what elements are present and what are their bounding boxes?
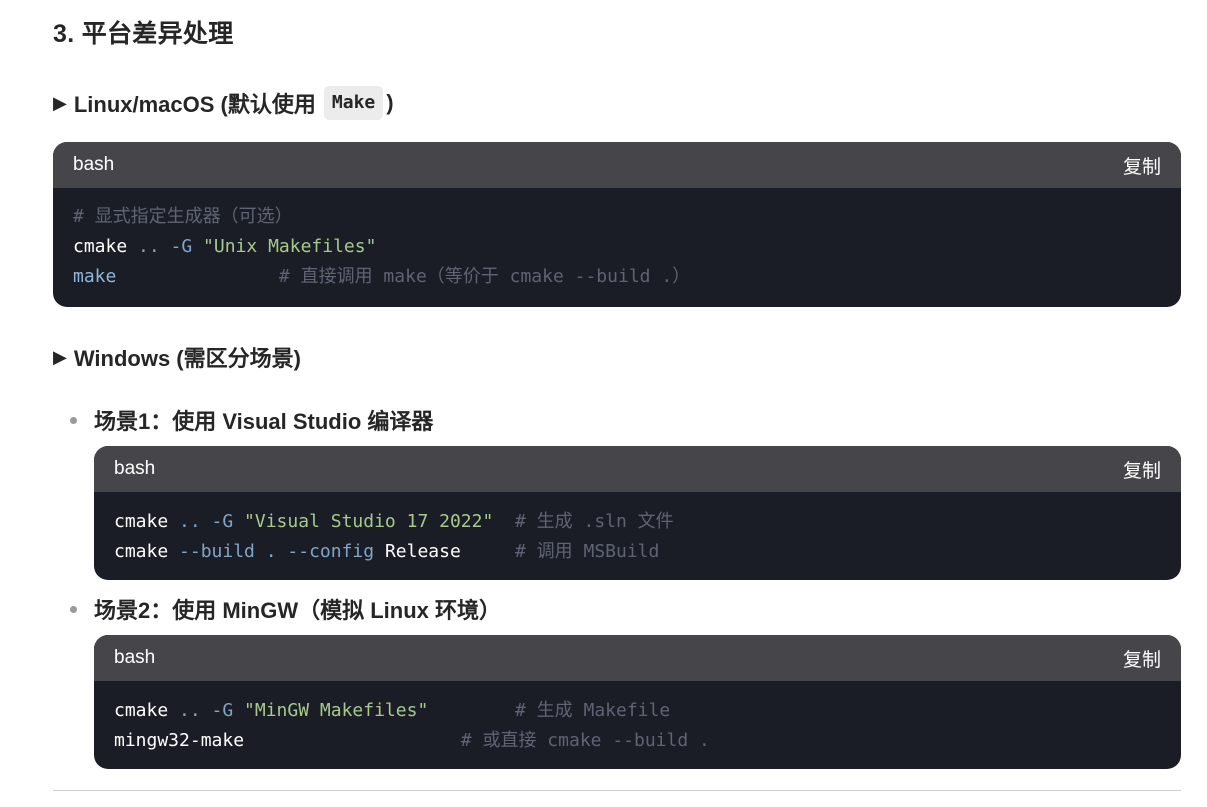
- list-item-scenario1: 场景1：使用 Visual Studio 编译器: [70, 404, 433, 436]
- scenario1-title: 场景1：使用 Visual Studio 编译器: [94, 409, 434, 434]
- code-padding: [116, 266, 279, 287]
- code-comment: # 调用 MSBuild: [514, 541, 660, 562]
- section-title: 3. 平台差异处理: [53, 20, 234, 48]
- code-comment: # 直接调用 make（等价于 cmake --build .）: [278, 266, 691, 287]
- code-header: bash 复制: [94, 635, 1181, 681]
- code-language-label: bash: [114, 647, 156, 668]
- code-body: # 显式指定生成器（可选） cmake .. -G "Unix Makefile…: [53, 188, 1181, 302]
- code-command: cmake: [73, 236, 128, 257]
- bullet-dot: [70, 605, 77, 613]
- code-header: bash 复制: [53, 142, 1181, 188]
- code-option: .. -G: [127, 236, 204, 257]
- code-body: cmake .. -G "Visual Studio 17 2022" # 生成…: [94, 492, 1181, 577]
- code-command: cmake: [114, 541, 169, 562]
- code-command: mingw32-make: [114, 730, 245, 751]
- triangle-right-icon: ▶: [53, 92, 67, 113]
- inline-code-make: Make: [323, 86, 384, 120]
- code-command: cmake: [114, 511, 169, 532]
- code-option: .. -G: [168, 511, 245, 532]
- code-body: cmake .. -G "MinGW Makefiles" # 生成 Makef…: [94, 681, 1181, 766]
- code-comment: # 生成 Makefile: [514, 700, 671, 721]
- code-header: bash 复制: [94, 446, 1181, 492]
- linux-heading-suffix: ): [386, 90, 394, 115]
- code-command: cmake: [114, 700, 169, 721]
- code-language-label: bash: [73, 154, 115, 175]
- bullet-dot: [70, 416, 77, 424]
- code-value: Release: [384, 541, 461, 562]
- code-comment: # 显式指定生成器（可选）: [73, 206, 293, 227]
- code-option: .. -G: [168, 700, 245, 721]
- code-padding: [244, 730, 461, 751]
- linux-heading-text: Linux/macOS (默认使用: [73, 92, 316, 117]
- windows-heading: ▶ Windows (需区分场景): [53, 341, 301, 373]
- code-comment: # 生成 .sln 文件: [514, 511, 674, 532]
- scenario2-title: 场景2：使用 MinGW（模拟 Linux 环境）: [94, 598, 501, 623]
- code-block-mingw: bash 复制 cmake .. -G "MinGW Makefiles" # …: [94, 635, 1181, 769]
- copy-button[interactable]: 复制: [1123, 456, 1161, 483]
- horizontal-divider: [53, 790, 1181, 791]
- triangle-right-icon: ▶: [53, 346, 67, 367]
- code-string: "Visual Studio 17 2022": [244, 511, 494, 532]
- code-padding: [461, 541, 515, 562]
- linux-heading: ▶ Linux/macOS (默认使用 Make ): [53, 86, 394, 120]
- code-string: "MinGW Makefiles": [244, 700, 429, 721]
- windows-heading-text: Windows (需区分场景): [73, 346, 301, 371]
- code-language-label: bash: [114, 458, 156, 479]
- code-string: "Unix Makefiles": [203, 236, 377, 257]
- code-comment: # 或直接 cmake --build .: [460, 730, 710, 751]
- list-item-scenario2: 场景2：使用 MinGW（模拟 Linux 环境）: [70, 593, 501, 625]
- code-padding: [493, 511, 515, 532]
- page: 3. 平台差异处理 ▶ Linux/macOS (默认使用 Make ) bas…: [0, 0, 1207, 807]
- code-command: make: [73, 266, 117, 287]
- code-block-linux: bash 复制 # 显式指定生成器（可选） cmake .. -G "Unix …: [53, 142, 1181, 307]
- copy-button[interactable]: 复制: [1123, 152, 1161, 179]
- code-padding: [428, 700, 515, 721]
- code-option: --build . --config: [168, 541, 385, 562]
- copy-button[interactable]: 复制: [1123, 645, 1161, 672]
- code-block-visual-studio: bash 复制 cmake .. -G "Visual Studio 17 20…: [94, 446, 1181, 580]
